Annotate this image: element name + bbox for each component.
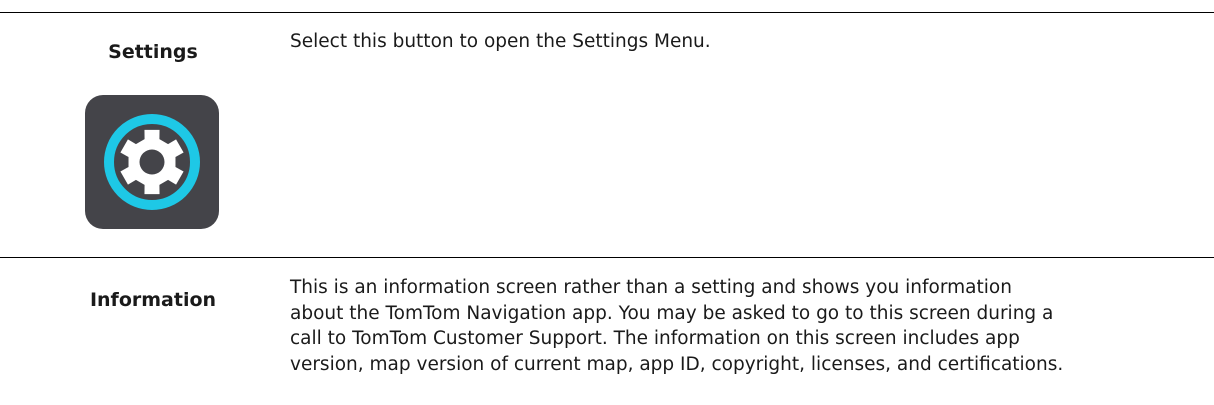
information-line: version, map version of current map, app… [290,353,1064,375]
settings-description: Select this button to open the Settings … [290,31,711,52]
information-line: about the TomTom Navigation app. You may… [290,302,1054,324]
information-line: call to TomTom Customer Support. The inf… [290,328,1020,350]
information-description: This is an information screen rather tha… [290,275,1200,377]
middle-divider [0,257,1214,258]
information-line: This is an information screen rather tha… [290,277,1012,298]
settings-button[interactable] [85,95,219,229]
settings-label: Settings [108,41,198,63]
top-divider [0,12,1214,13]
information-label: Information [89,289,217,311]
